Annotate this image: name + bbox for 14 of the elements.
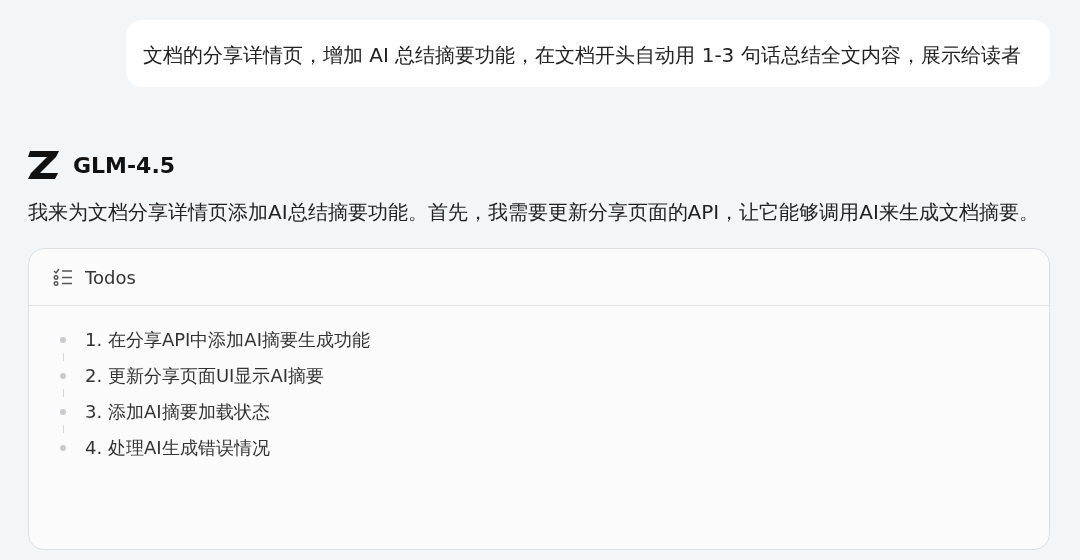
todo-item: 4. 处理AI生成错误情况: [85, 436, 270, 460]
logo-icon: [28, 151, 60, 179]
bullet-dot: [60, 409, 66, 415]
model-name: GLM-4.5: [73, 152, 176, 178]
bullet-dot: [60, 337, 66, 343]
assistant-message: 我来为文档分享详情页添加AI总结摘要功能。首先，我需要更新分享页面的API，让它能够调用AI来生成文档摘要。: [28, 199, 1040, 226]
user-message: 文档的分享详情页，增加 AI 总结摘要功能，在文档开头自动用 1-3 句话总结全文内容，展示给读者: [126, 20, 1050, 87]
todos-title: Todos: [85, 266, 136, 288]
todo-item: 1. 在分享API中添加AI摘要生成功能: [85, 328, 370, 352]
todo-item: 3. 添加AI摘要加载状态: [85, 400, 270, 424]
checklist-icon: [53, 268, 73, 286]
bullet-dot: [60, 445, 66, 451]
bullet-dot: [60, 373, 66, 379]
todo-item: 2. 更新分享页面UI显示AI摘要: [85, 364, 324, 388]
